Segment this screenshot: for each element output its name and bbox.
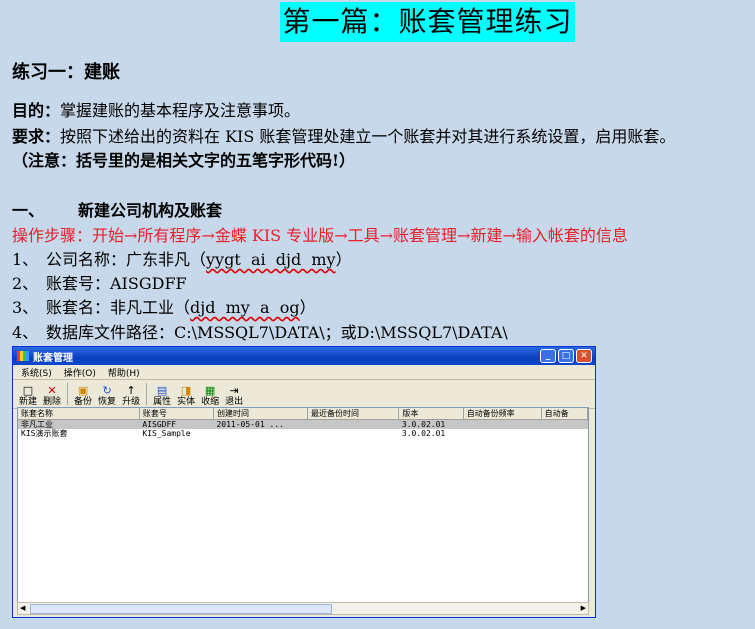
delete-icon: ✕ (47, 384, 57, 397)
window-titlebar[interactable]: 账套管理 _ □ ✕ (13, 347, 595, 365)
list-item: 2、 账套号：AISGDFF (12, 274, 187, 293)
col-header[interactable]: 自动备 (541, 408, 588, 420)
account-list: 账套名称 账套号 创建时间 最近备份时间 版本 自动备份频率 自动备 非凡工业 … (17, 407, 589, 603)
close-button[interactable]: ✕ (576, 349, 592, 363)
wubi-code: djd my a og (190, 298, 300, 317)
goal-line: 目的：掌握建账的基本程序及注意事项。 (12, 100, 300, 122)
restore-button[interactable]: ↻ 恢复 (98, 384, 116, 408)
table-row[interactable]: 非凡工业 AISGDFF 2011-05-01 ... 3.0.02.01 (18, 419, 588, 429)
requirement-line: 要求：按照下述给出的资料在 KIS 账套管理处建立一个账套并对其进行系统设置，启… (12, 126, 675, 148)
col-header[interactable]: 创建时间 (213, 408, 309, 420)
account-manager-window: 账套管理 _ □ ✕ 系统(S) 操作(O) 帮助(H) □ 新建 ✕ 删除 ▣ 备份… (12, 346, 596, 618)
delete-button[interactable]: ✕ 删除 (43, 384, 61, 408)
properties-button[interactable]: ▤ 属性 (153, 384, 171, 408)
menu-bar: 系统(S) 操作(O) 帮助(H) (13, 365, 595, 380)
menu-help[interactable]: 帮助(H) (108, 366, 140, 379)
list-item: 3、 账套名：非凡工业（djd my a og） (12, 298, 316, 317)
restore-icon: ↻ (102, 384, 112, 397)
section-title: 新建公司机构及账套 (78, 201, 223, 220)
backup-button[interactable]: ▣ 备份 (74, 384, 92, 408)
new-icon: □ (22, 384, 34, 397)
minimize-button[interactable]: _ (540, 349, 556, 363)
maximize-button[interactable]: □ (558, 349, 574, 363)
backup-icon: ▣ (77, 384, 89, 397)
goal-label: 目的： (12, 101, 61, 120)
goal-text: 掌握建账的基本程序及注意事项。 (60, 101, 301, 120)
steps-line: 操作步骤：开始→所有程序→金蝶 KIS 专业版→工具→账套管理→新建→输入帐套的… (12, 226, 628, 245)
col-header[interactable]: 自动备份频率 (463, 408, 542, 420)
note-line: （注意：括号里的是相关文字的五笔字形代码!） (12, 151, 356, 170)
horizontal-scrollbar[interactable]: ◀ ▶ (17, 602, 589, 615)
upgrade-icon: ↑ (126, 384, 136, 397)
scroll-right-icon[interactable]: ▶ (581, 603, 586, 613)
section-number: 一、 (12, 201, 45, 220)
menu-operation[interactable]: 操作(O) (64, 366, 96, 379)
entity-icon: ◨ (180, 384, 192, 397)
entity-button[interactable]: ◨ 实体 (177, 384, 195, 408)
col-header[interactable]: 账套名称 (18, 408, 140, 420)
col-header[interactable]: 最近备份时间 (307, 408, 400, 420)
shrink-button[interactable]: ▦ 收缩 (201, 384, 219, 408)
table-row[interactable]: KIS演示账套 KIS_Sample 3.0.02.01 (18, 429, 588, 438)
window-title: 账套管理 (33, 352, 73, 364)
exit-button[interactable]: ⇥ 退出 (225, 384, 243, 408)
app-icon (17, 351, 29, 361)
list-item: 4、 数据库文件路径：C:\MSSQL7\DATA\；或D:\MSSQL7\DAT… (12, 323, 508, 342)
menu-system[interactable]: 系统(S) (21, 366, 52, 379)
page-title: 第一篇：账套管理练习 (280, 2, 575, 42)
exit-icon: ⇥ (229, 384, 239, 397)
new-button[interactable]: □ 新建 (19, 384, 37, 408)
shrink-icon: ▦ (204, 384, 216, 397)
properties-icon: ▤ (156, 384, 168, 397)
wubi-code: yygt ai djd my (206, 250, 336, 269)
title-bar: 第一篇：账套管理练习 (0, 2, 755, 42)
upgrade-button[interactable]: ↑ 升级 (122, 384, 140, 408)
list-item: 1、 公司名称：广东非凡（yygt ai djd my） (12, 250, 352, 269)
exercise-heading: 练习一：建账 (12, 62, 120, 83)
col-header[interactable]: 版本 (398, 408, 464, 420)
col-header[interactable]: 账套号 (139, 408, 214, 420)
table-header-row: 账套名称 账套号 创建时间 最近备份时间 版本 自动备份频率 自动备 (18, 408, 588, 420)
section-heading: 一、 新建公司机构及账套 (12, 200, 222, 222)
toolbar: □ 新建 ✕ 删除 ▣ 备份 ↻ 恢复 ↑ 升级 ▤ 属性 ◨ 实体 ▦ 收缩 ⇥ 退出 (13, 380, 595, 409)
scroll-left-icon[interactable]: ◀ (20, 603, 25, 613)
requirement-text: 按照下述给出的资料在 KIS 账套管理处建立一个账套并对其进行系统设置，启用账套… (60, 127, 676, 146)
scrollbar-thumb[interactable] (30, 604, 332, 614)
requirement-label: 要求： (12, 127, 61, 146)
